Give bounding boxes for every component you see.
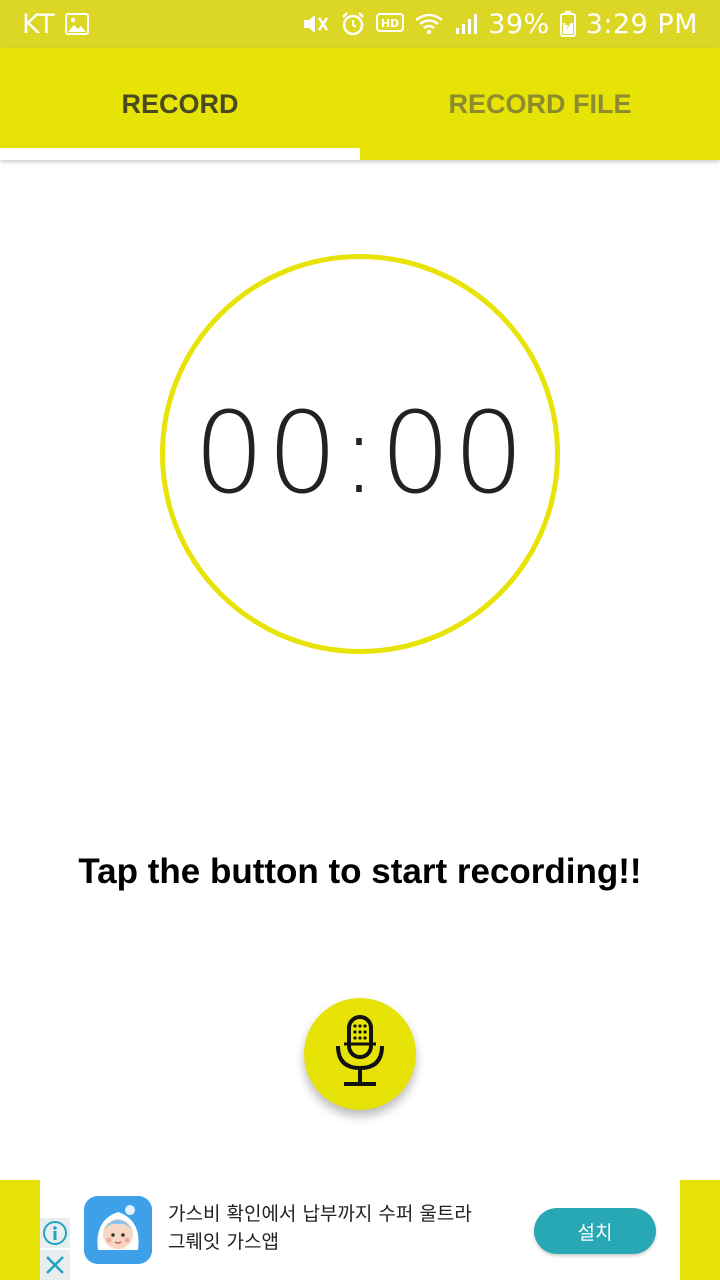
ad-install-button[interactable]: 설치 xyxy=(534,1208,656,1254)
image-icon xyxy=(65,13,90,35)
carrier-label: KT xyxy=(22,8,56,40)
hd-icon: HD xyxy=(376,12,405,36)
ad-app-icon[interactable] xyxy=(84,1196,152,1264)
tab-bar: RECORD RECORD FILE xyxy=(0,48,720,160)
ad-banner[interactable]: 가스비 확인에서 납부까지 수퍼 울트라 그뤠잇 가스앱 설치 xyxy=(40,1180,680,1280)
svg-text:HD: HD xyxy=(381,17,399,30)
recording-hint: Tap the button to start recording!! xyxy=(78,852,642,891)
timer-circle: 00:00 xyxy=(160,254,560,654)
ad-text: 가스비 확인에서 납부까지 수퍼 울트라 그뤠잇 가스앱 xyxy=(168,1200,498,1256)
tab-record-file[interactable]: RECORD FILE xyxy=(360,48,720,160)
battery-percent: 39% xyxy=(488,8,550,40)
record-button[interactable] xyxy=(304,998,416,1110)
ad-text-line1: 가스비 확인에서 납부까지 수퍼 울트라 xyxy=(168,1203,472,1225)
alarm-icon xyxy=(340,11,366,37)
signal-icon xyxy=(454,12,478,36)
status-bar: KT HD 39% 3:29 PM xyxy=(0,0,720,48)
tab-record[interactable]: RECORD xyxy=(0,48,360,160)
tab-selected-indicator xyxy=(0,148,360,160)
ad-text-line2: 그뤠잇 가스앱 xyxy=(168,1231,279,1253)
info-icon[interactable] xyxy=(40,1218,70,1248)
wifi-icon xyxy=(414,12,444,36)
timer-display: 00:00 xyxy=(193,389,527,519)
clock-time: 3:29 PM xyxy=(585,8,698,40)
mute-icon xyxy=(302,11,330,37)
close-icon[interactable] xyxy=(40,1250,70,1280)
microphone-icon xyxy=(330,1014,390,1095)
status-bar-right: HD 39% 3:29 PM xyxy=(302,9,698,40)
status-bar-left: KT xyxy=(22,8,90,40)
battery-icon xyxy=(559,11,576,37)
